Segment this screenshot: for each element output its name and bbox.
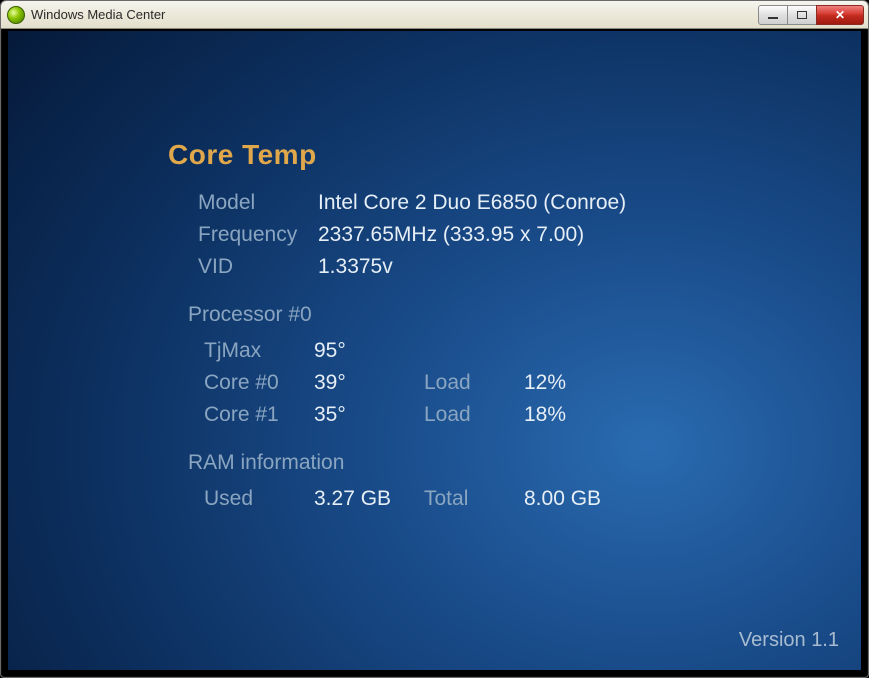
model-row: Model Intel Core 2 Duo E6850 (Conroe) (198, 191, 626, 215)
core-row-0: Core #0 39° Load 12% (204, 371, 626, 395)
ram-block: Used 3.27 GB Total 8.00 GB (204, 487, 626, 511)
window-title: Windows Media Center (31, 7, 165, 22)
model-label: Model (198, 191, 318, 215)
core-row-1: Core #1 35° Load 18% (204, 403, 626, 427)
maximize-button[interactable] (787, 5, 817, 25)
vid-row: VID 1.3375v (198, 255, 626, 279)
tjmax-label: TjMax (204, 339, 314, 363)
titlebar[interactable]: Windows Media Center ✕ (1, 1, 868, 29)
app-icon (7, 6, 25, 24)
processor-heading: Processor #0 (188, 303, 626, 327)
ram-used-label: Used (204, 487, 314, 511)
ram-heading: RAM information (188, 451, 626, 475)
frequency-label: Frequency (198, 223, 318, 247)
core-0-label: Core #0 (204, 371, 314, 395)
core-0-load-label: Load (424, 371, 524, 395)
client-area: Core Temp Model Intel Core 2 Duo E6850 (… (7, 30, 862, 671)
ram-row: Used 3.27 GB Total 8.00 GB (204, 487, 626, 511)
window-frame: Windows Media Center ✕ Core Temp Model I… (0, 0, 869, 678)
processor-block: TjMax 95° Core #0 39° Load 12% Core #1 3… (204, 339, 626, 427)
model-value: Intel Core 2 Duo E6850 (Conroe) (318, 191, 626, 215)
vid-value: 1.3375v (318, 255, 393, 279)
minimize-icon (768, 17, 778, 19)
minimize-button[interactable] (758, 5, 788, 25)
core-1-temp: 35° (314, 403, 424, 427)
frequency-row: Frequency 2337.65MHz (333.95 x 7.00) (198, 223, 626, 247)
tjmax-value: 95° (314, 339, 424, 363)
core-temp-panel: Core Temp Model Intel Core 2 Duo E6850 (… (198, 139, 626, 519)
maximize-icon (797, 11, 807, 19)
core-1-load-value: 18% (524, 403, 566, 427)
vid-label: VID (198, 255, 318, 279)
core-0-load-value: 12% (524, 371, 566, 395)
window-controls: ✕ (759, 5, 864, 25)
frequency-value: 2337.65MHz (333.95 x 7.00) (318, 223, 584, 247)
ram-total-label: Total (424, 487, 524, 511)
core-1-label: Core #1 (204, 403, 314, 427)
tjmax-row: TjMax 95° (204, 339, 626, 363)
ram-total-value: 8.00 GB (524, 487, 601, 511)
app-title: Core Temp (168, 139, 626, 171)
close-icon: ✕ (835, 8, 845, 22)
ram-used-value: 3.27 GB (314, 487, 424, 511)
core-0-temp: 39° (314, 371, 424, 395)
core-1-load-label: Load (424, 403, 524, 427)
version-label: Version 1.1 (739, 629, 839, 652)
close-button[interactable]: ✕ (816, 5, 864, 25)
